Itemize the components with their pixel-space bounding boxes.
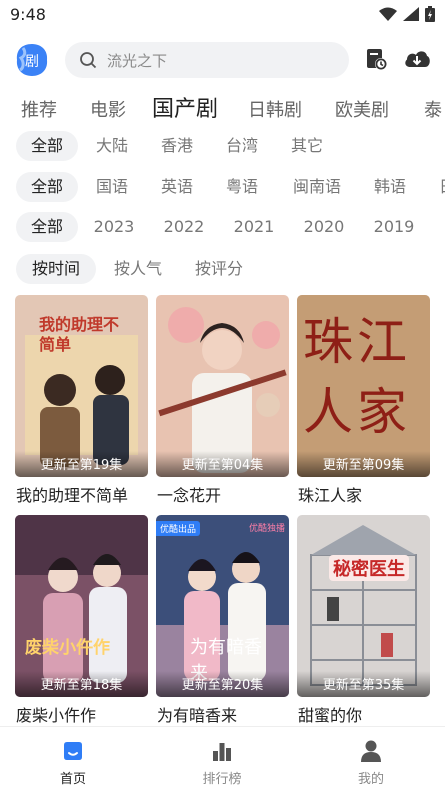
svg-text:剧: 剧 bbox=[25, 54, 39, 70]
status-bar: 9:48 bbox=[0, 0, 445, 30]
filter-lang-all[interactable]: 全部 bbox=[16, 172, 78, 202]
filter-lang-minnan[interactable]: 闽南语 bbox=[282, 172, 352, 202]
tab-recommend[interactable]: 推荐 bbox=[21, 96, 57, 122]
category-tabs: 推荐 电影 国产剧 日韩剧 欧美剧 泰 bbox=[0, 88, 445, 124]
status-icons bbox=[379, 6, 435, 22]
poster-title-art: 珠江人家 bbox=[303, 313, 411, 441]
platform-badge: 优酷出品 bbox=[156, 521, 201, 536]
sort-filter: 按时间 按人气 按评分 bbox=[0, 254, 445, 286]
filter-region-all[interactable]: 全部 bbox=[16, 131, 78, 161]
show-poster[interactable]: 珠江人家 更新至第09集 bbox=[297, 295, 430, 477]
filter-year-2022[interactable]: 2022 bbox=[157, 212, 211, 242]
tab-japan-korea[interactable]: 日韩剧 bbox=[248, 96, 302, 122]
tab-domestic-drama[interactable]: 国产剧 bbox=[152, 91, 218, 123]
profile-icon bbox=[361, 740, 381, 762]
sort-by-rating[interactable]: 按评分 bbox=[184, 254, 254, 284]
wifi-icon bbox=[379, 7, 397, 21]
episode-status: 更新至第35集 bbox=[322, 678, 405, 693]
nav-profile[interactable]: 我的 bbox=[316, 727, 426, 791]
nav-ranking-label: 排行榜 bbox=[202, 772, 242, 787]
search-box[interactable]: 流光之下 bbox=[65, 42, 349, 78]
tab-thai[interactable]: 泰 bbox=[424, 96, 442, 122]
show-title[interactable]: 甜蜜的你 bbox=[298, 702, 362, 726]
episode-status: 更新至第18集 bbox=[40, 678, 123, 693]
show-title[interactable]: 珠江人家 bbox=[298, 482, 362, 506]
sort-by-time[interactable]: 按时间 bbox=[16, 254, 96, 284]
region-filter: 全部 大陆 香港 台湾 其它 bbox=[0, 131, 445, 163]
poster-title-art: 废柴小仵作 bbox=[25, 638, 110, 658]
home-icon bbox=[64, 742, 82, 760]
filter-region-hongkong[interactable]: 香港 bbox=[152, 131, 202, 161]
episode-status: 更新至第04集 bbox=[181, 458, 264, 473]
episode-status: 更新至第20集 bbox=[181, 678, 264, 693]
show-title[interactable]: 为有暗香来 bbox=[157, 702, 237, 726]
tab-western[interactable]: 欧美剧 bbox=[335, 96, 389, 122]
filter-region-mainland[interactable]: 大陆 bbox=[87, 131, 137, 161]
search-icon bbox=[80, 52, 97, 69]
history-icon[interactable] bbox=[364, 47, 388, 71]
filter-lang-korean[interactable]: 韩语 bbox=[365, 172, 415, 202]
show-poster[interactable]: 更新至第04集 bbox=[156, 295, 289, 477]
bottom-nav: 首页 排行榜 我的 bbox=[0, 726, 445, 791]
filter-year-2019[interactable]: 2019 bbox=[367, 212, 421, 242]
episode-status: 更新至第09集 bbox=[322, 458, 405, 473]
top-bar: 剧 流光之下 bbox=[0, 40, 445, 82]
episode-status: 更新至第19集 bbox=[40, 458, 123, 473]
nav-home-label: 首页 bbox=[59, 772, 86, 787]
signal-icon bbox=[403, 7, 419, 21]
filter-region-other[interactable]: 其它 bbox=[282, 131, 332, 161]
nav-ranking[interactable]: 排行榜 bbox=[167, 727, 277, 791]
status-time: 9:48 bbox=[10, 5, 46, 24]
search-input[interactable]: 流光之下 bbox=[107, 50, 167, 71]
show-title[interactable]: 一念花开 bbox=[157, 482, 221, 506]
filter-lang-cantonese[interactable]: 粤语 bbox=[217, 172, 267, 202]
show-poster[interactable]: 我的助理不简单 更新至第19集 bbox=[15, 295, 148, 477]
filter-year-all[interactable]: 全部 bbox=[16, 212, 78, 242]
show-poster[interactable]: 废柴小仵作 更新至第18集 bbox=[15, 515, 148, 697]
battery-icon bbox=[425, 6, 435, 22]
poster-title-art: 我的助理不简单 bbox=[39, 315, 120, 354]
show-title[interactable]: 我的助理不简单 bbox=[16, 482, 128, 506]
filter-lang-mandarin[interactable]: 国语 bbox=[87, 172, 137, 202]
filter-lang-japanese[interactable]: 日 bbox=[432, 172, 445, 202]
show-poster[interactable]: 秘密医生 更新至第35集 bbox=[297, 515, 430, 697]
sort-by-popularity[interactable]: 按人气 bbox=[103, 254, 173, 284]
show-title[interactable]: 废柴小仵作 bbox=[16, 702, 96, 726]
corner-label: 优酷独播 bbox=[248, 524, 285, 534]
poster-title-art: 秘密医生 bbox=[329, 555, 409, 581]
nav-profile-label: 我的 bbox=[357, 772, 384, 787]
app-logo[interactable]: 剧 bbox=[14, 42, 50, 78]
show-poster[interactable]: 优酷出品 优酷独播 为有暗香来 更新至第20集 bbox=[156, 515, 289, 697]
nav-home[interactable]: 首页 bbox=[18, 727, 128, 791]
tab-movie[interactable]: 电影 bbox=[90, 96, 126, 122]
year-filter: 全部 2023 2022 2021 2020 2019 bbox=[0, 212, 445, 244]
download-icon[interactable] bbox=[403, 47, 431, 71]
filter-year-2020[interactable]: 2020 bbox=[297, 212, 351, 242]
filter-year-2021[interactable]: 2021 bbox=[227, 212, 281, 242]
filter-region-taiwan[interactable]: 台湾 bbox=[217, 131, 267, 161]
language-filter: 全部 国语 英语 粤语 闽南语 韩语 日 bbox=[0, 172, 445, 204]
ranking-icon bbox=[213, 743, 231, 761]
filter-year-2023[interactable]: 2023 bbox=[87, 212, 141, 242]
filter-lang-english[interactable]: 英语 bbox=[152, 172, 202, 202]
